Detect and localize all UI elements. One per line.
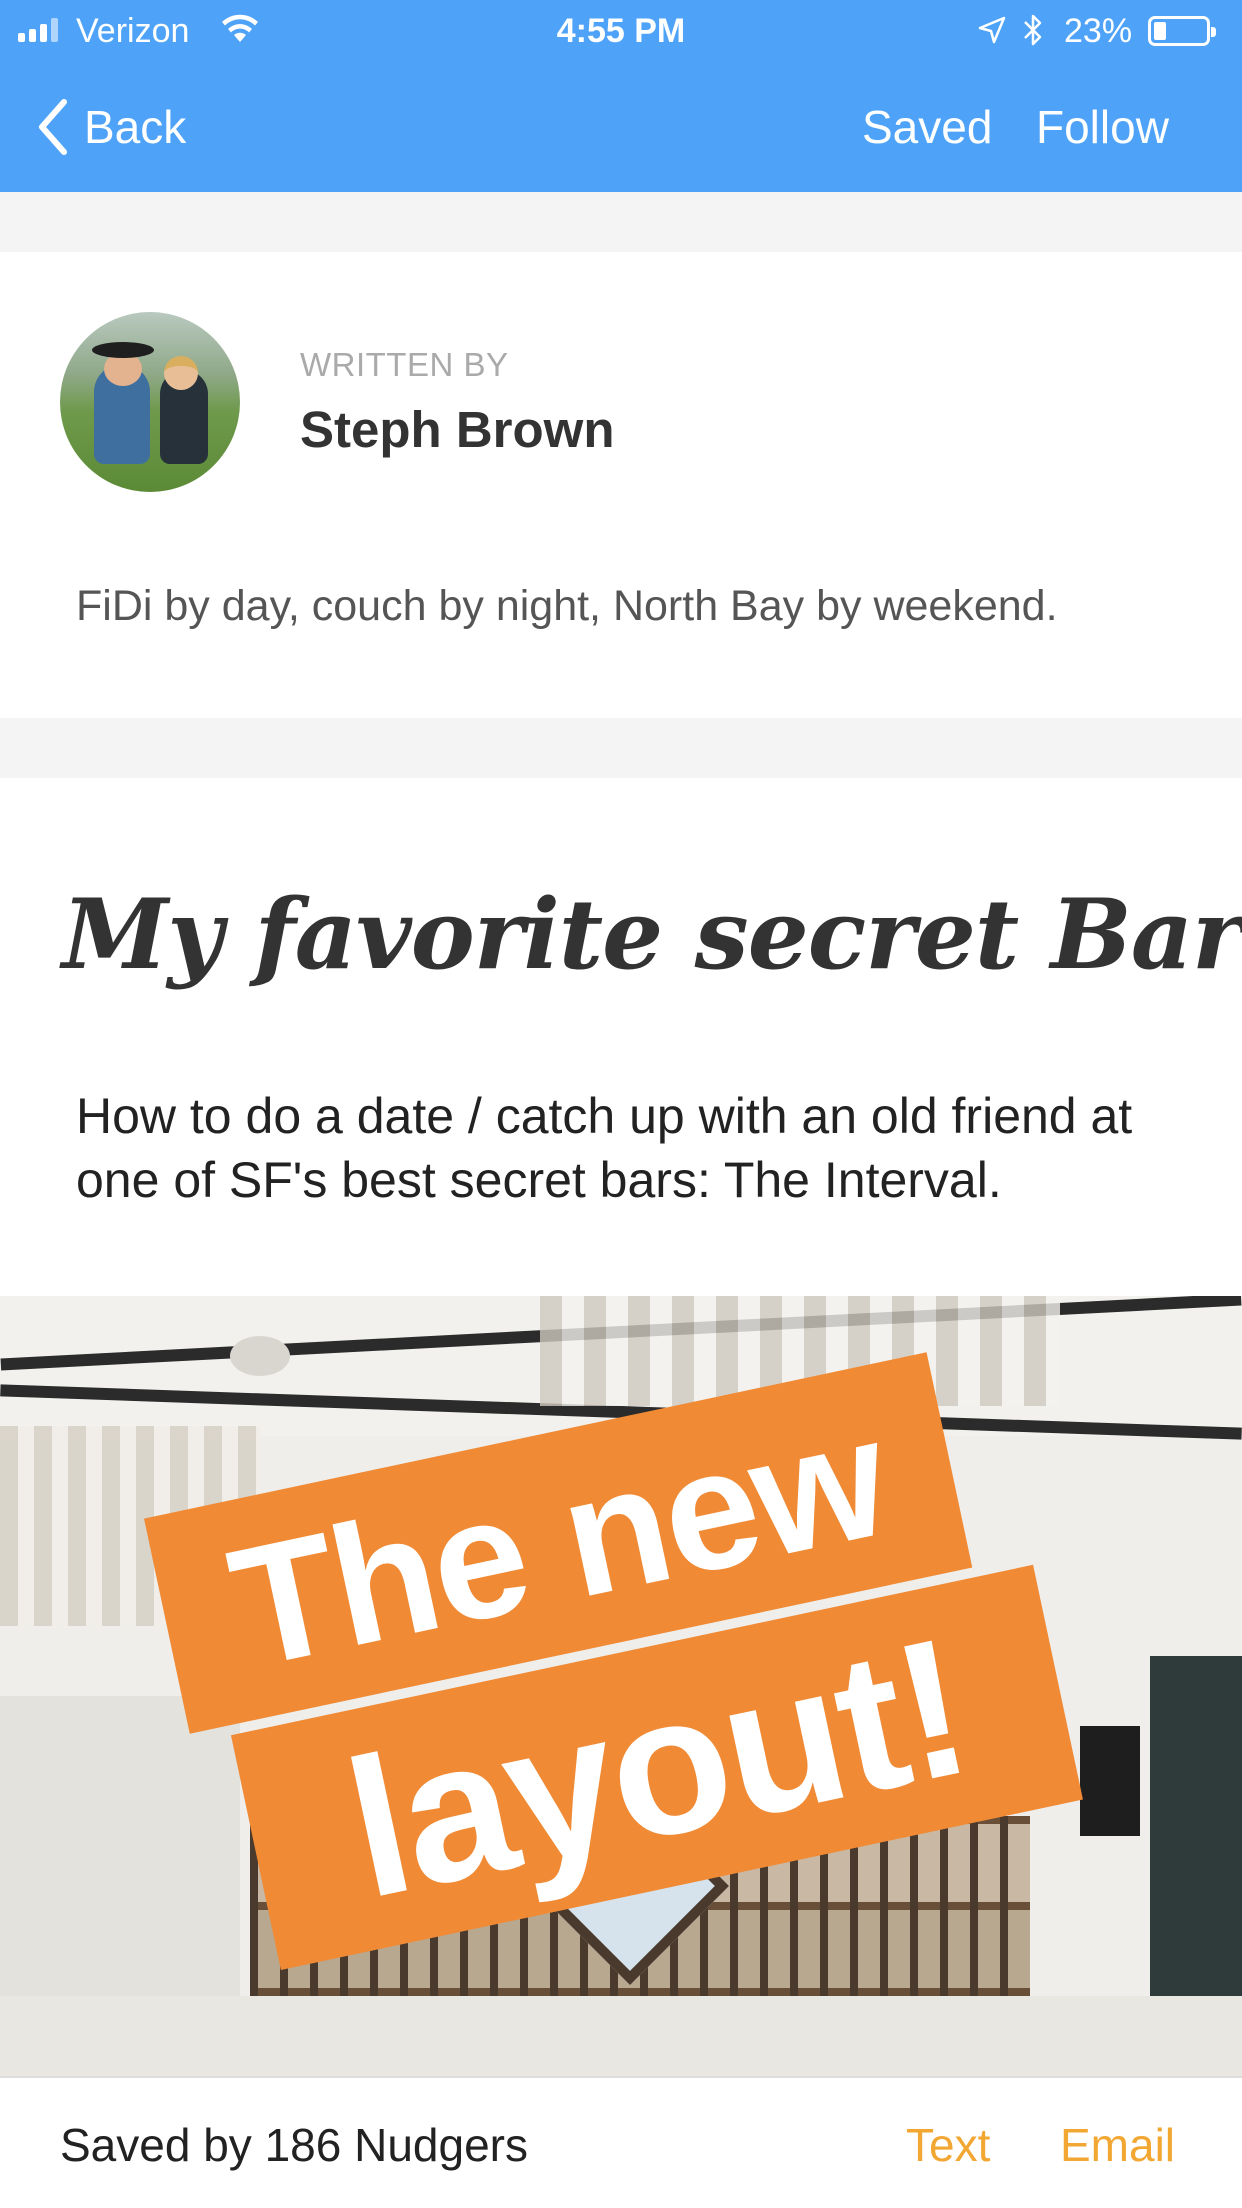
chevron-left-icon bbox=[39, 99, 67, 155]
nav-bar: Back Saved Follow bbox=[0, 64, 1242, 192]
article-title: My favorite secret Bar bbox=[62, 878, 1242, 991]
avatar[interactable] bbox=[60, 312, 240, 492]
footer-bar: Saved by 186 Nudgers Text Email bbox=[0, 2076, 1242, 2208]
header: Verizon 4:55 PM 23% Back Saved Follow bbox=[0, 0, 1242, 192]
clock: 4:55 PM bbox=[556, 12, 686, 50]
status-bar: Verizon 4:55 PM 23% bbox=[0, 0, 1242, 64]
share-text-button[interactable]: Text bbox=[906, 2118, 990, 2172]
saved-count: Saved by 186 Nudgers bbox=[60, 2119, 528, 2171]
share-email-button[interactable]: Email bbox=[1060, 2118, 1175, 2172]
back-label: Back bbox=[84, 101, 187, 153]
back-button[interactable]: Back bbox=[34, 96, 186, 158]
promo-banner: The new layout! bbox=[0, 1296, 1242, 2076]
author-bio: FiDi by day, couch by night, North Bay b… bbox=[76, 582, 1058, 630]
author-name[interactable]: Steph Brown bbox=[300, 400, 615, 459]
battery-icon bbox=[1148, 16, 1216, 46]
section-divider bbox=[0, 192, 1242, 252]
section-divider bbox=[0, 718, 1242, 778]
location-icon bbox=[978, 16, 1006, 44]
battery-percent: 23% bbox=[1064, 12, 1133, 50]
author-card: WRITTEN BY Steph Brown FiDi by day, couc… bbox=[0, 252, 1242, 718]
battery-fill bbox=[1154, 22, 1166, 40]
hero-image[interactable]: The new layout! bbox=[0, 1296, 1242, 2076]
app-screen: Verizon 4:55 PM 23% Back Saved Follow WR… bbox=[0, 0, 1242, 2208]
article: My favorite secret Bar How to do a date … bbox=[0, 778, 1242, 2078]
article-summary: How to do a date / catch up with an old … bbox=[76, 1088, 1133, 1208]
bluetooth-icon bbox=[1024, 14, 1042, 46]
written-by-label: WRITTEN BY bbox=[300, 346, 509, 383]
follow-button[interactable]: Follow bbox=[1036, 100, 1169, 154]
saved-button[interactable]: Saved bbox=[862, 100, 992, 154]
